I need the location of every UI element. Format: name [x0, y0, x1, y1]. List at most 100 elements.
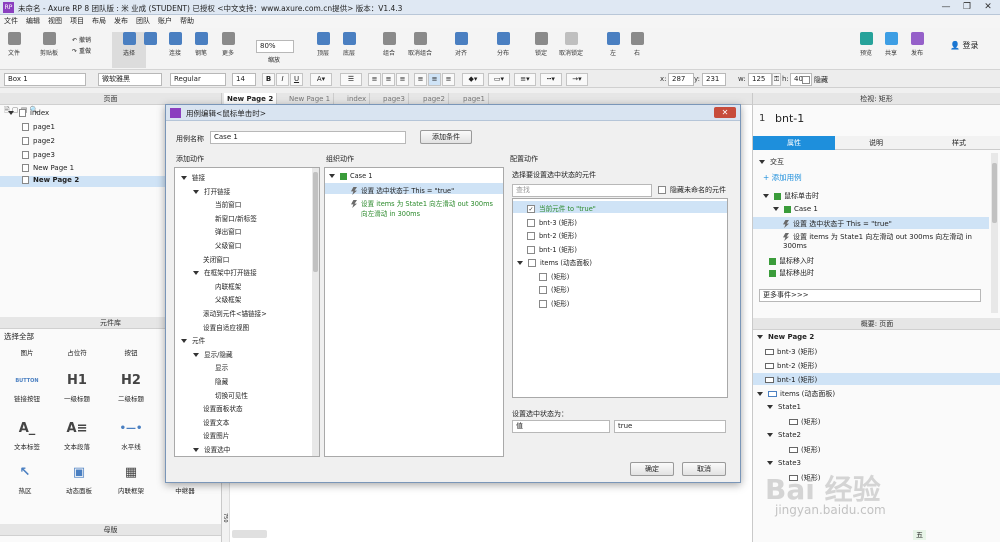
target-item[interactable]: bnt-2 (矩形) — [527, 230, 577, 240]
align-left-button[interactable]: ≡ — [368, 73, 381, 86]
case-name-input[interactable]: Case 1 — [210, 131, 406, 144]
target-item[interactable]: bnt-3 (矩形) — [527, 217, 577, 227]
outline-bnt-3[interactable]: bnt-3 (矩形) — [765, 347, 817, 357]
org-action-set-selected[interactable]: 设置 选中状态于 This = "true" — [351, 185, 454, 195]
pen-button[interactable]: 钢笔 — [190, 32, 212, 68]
action-tree-item[interactable]: 显示 — [215, 362, 228, 372]
library-h2[interactable]: H2 二级标题 — [106, 373, 156, 403]
target-item[interactable]: (矩形) — [539, 271, 569, 281]
page-item-page2[interactable]: page2 — [22, 137, 55, 145]
select-mode-button[interactable] — [140, 32, 160, 68]
checkbox-checked-icon[interactable]: ✓ — [527, 205, 535, 213]
target-item[interactable]: ✓ 当前元件 to "true" — [527, 203, 596, 213]
menu-file[interactable]: 文件 — [0, 15, 22, 28]
menu-project[interactable]: 项目 — [66, 15, 88, 28]
page-item-page3[interactable]: page3 — [22, 151, 55, 159]
action-tree-item[interactable]: 父级框架 — [215, 294, 241, 304]
checkbox-icon[interactable] — [539, 272, 547, 281]
tab-style[interactable]: 样式 — [917, 136, 1000, 150]
tab-notes[interactable]: 说明 — [835, 136, 917, 150]
border-color-button[interactable]: ▭▾ — [488, 73, 510, 86]
border-width-button[interactable]: ≡▾ — [514, 73, 536, 86]
font-color-button[interactable]: A▾ — [310, 73, 332, 86]
menu-account[interactable]: 账户 — [154, 15, 176, 28]
more-events-select[interactable]: 更多事件>>> — [759, 289, 981, 302]
checkbox-icon[interactable] — [527, 218, 535, 227]
italic-button[interactable]: I — [276, 73, 289, 86]
action-tree-item[interactable]: 隐藏 — [215, 376, 228, 386]
valign-middle-button[interactable]: ≡ — [428, 73, 441, 86]
login-button[interactable]: 👤 登录 — [950, 40, 979, 51]
library-hotspot[interactable]: ↖ 热区 — [0, 465, 50, 495]
event-mouse-out[interactable]: 鼠标移出时 — [769, 268, 814, 278]
page-item-new-page-1[interactable]: New Page 1 — [22, 164, 74, 172]
outline-page[interactable]: New Page 2 — [757, 333, 814, 341]
action-tree-item[interactable]: 弹出窗口 — [215, 226, 241, 236]
action-tree-item[interactable]: 当前窗口 — [215, 199, 241, 209]
event-mouse-enter[interactable]: 鼠标移入时 — [769, 256, 814, 266]
bullet-button[interactable]: ☰ — [340, 73, 362, 86]
checkbox-icon[interactable] — [527, 245, 535, 254]
group-button[interactable]: 组合 — [378, 32, 400, 68]
outline-bnt-1[interactable]: bnt-1 (矩形) — [765, 375, 817, 385]
ok-button[interactable]: 确定 — [630, 462, 674, 476]
action-tree-item[interactable]: 滚动到元件<锚链接> — [203, 308, 267, 318]
outline-state3[interactable]: State3 — [767, 459, 801, 467]
unlock-button[interactable]: 取消锁定 — [556, 32, 586, 68]
checkbox-icon[interactable] — [539, 299, 547, 308]
interactions-section[interactable]: 交互 — [759, 157, 784, 167]
library-placeholder-label[interactable]: 占位符 — [52, 347, 102, 357]
library-hline[interactable]: •—• 水平线 — [106, 421, 156, 451]
outline-state1-rect[interactable]: (矩形) — [789, 417, 820, 427]
close-icon[interactable]: ✕ — [979, 1, 997, 14]
distribute-button[interactable]: 分布 — [492, 32, 514, 68]
undo-button[interactable]: ↶ 撤销 — [72, 35, 91, 44]
checkbox-icon[interactable] — [539, 286, 547, 294]
bring-to-top-button[interactable]: 顶层 — [312, 32, 334, 68]
fill-color-button[interactable]: ◆▾ — [462, 73, 484, 86]
checkbox-icon[interactable] — [527, 232, 535, 240]
w-input[interactable]: 125 — [748, 73, 772, 86]
action-tree-item[interactable]: 设置自适应视图 — [203, 322, 249, 332]
outline-bnt-2[interactable]: bnt-2 (矩形) — [765, 361, 817, 371]
menu-edit[interactable]: 编辑 — [22, 15, 44, 28]
action-set-selected[interactable]: 设置 选中状态于 This = "true" — [783, 219, 892, 229]
hide-checkbox[interactable]: 隐藏 — [802, 75, 828, 85]
y-input[interactable]: 231 — [702, 73, 726, 86]
tab-properties[interactable]: 属性 — [753, 136, 835, 150]
action-tree-item[interactable]: 链接 — [181, 172, 205, 182]
menu-layout[interactable]: 布局 — [88, 15, 110, 28]
inspector-scrollbar[interactable] — [991, 153, 998, 313]
event-onclick[interactable]: 鼠标单击时 — [763, 191, 819, 201]
file-button[interactable]: 文件 — [4, 32, 24, 68]
widget-name-select[interactable]: Box 1 — [4, 73, 86, 86]
cancel-button[interactable]: 取消 — [682, 462, 726, 476]
font-select[interactable]: 微软雅黑 — [98, 73, 162, 86]
align-button[interactable]: 对齐 — [450, 32, 472, 68]
widget-name[interactable]: bnt-1 — [775, 112, 804, 125]
target-item[interactable]: (矩形) — [539, 298, 569, 308]
action-tree-item[interactable]: 设置文本 — [203, 417, 229, 427]
search-input[interactable]: 查找 — [512, 184, 652, 197]
case-item[interactable]: Case 1 — [773, 205, 818, 213]
align-right-button[interactable]: ≡ — [396, 73, 409, 86]
dialog-close-icon[interactable]: ✕ — [714, 107, 736, 118]
action-tree-item[interactable]: 显示/隐藏 — [193, 349, 233, 359]
clipboard-button[interactable]: 剪贴板 — [36, 32, 62, 68]
page-item-index[interactable]: index — [8, 109, 49, 117]
arrow-style-button[interactable]: →▾ — [566, 73, 588, 86]
ungroup-button[interactable]: 取消组合 — [402, 32, 438, 68]
redo-button[interactable]: ↷ 重做 — [72, 46, 91, 55]
connect-button[interactable]: 连接 — [164, 32, 186, 68]
share-button[interactable]: 共享 — [880, 32, 902, 68]
action-set-panel-state[interactable]: 设置 items 为 State1 向左滑动 out 300ms 向左滑动 in… — [783, 233, 983, 251]
action-tree-item[interactable]: 打开链接 — [193, 186, 230, 196]
outline-items-panel[interactable]: items (动态面板) — [757, 389, 835, 399]
add-condition-button[interactable]: 添加条件 — [420, 130, 472, 144]
action-tree-item[interactable]: 关闭窗口 — [203, 254, 229, 264]
add-case-link[interactable]: + 添加用例 — [763, 172, 802, 183]
action-tree-item[interactable]: 新窗口/新标签 — [215, 213, 257, 223]
checkbox-icon[interactable] — [528, 259, 536, 267]
library-link-button[interactable]: BUTTON 链接按钮 — [2, 373, 52, 403]
library-h1[interactable]: H1 一级标题 — [52, 373, 102, 403]
